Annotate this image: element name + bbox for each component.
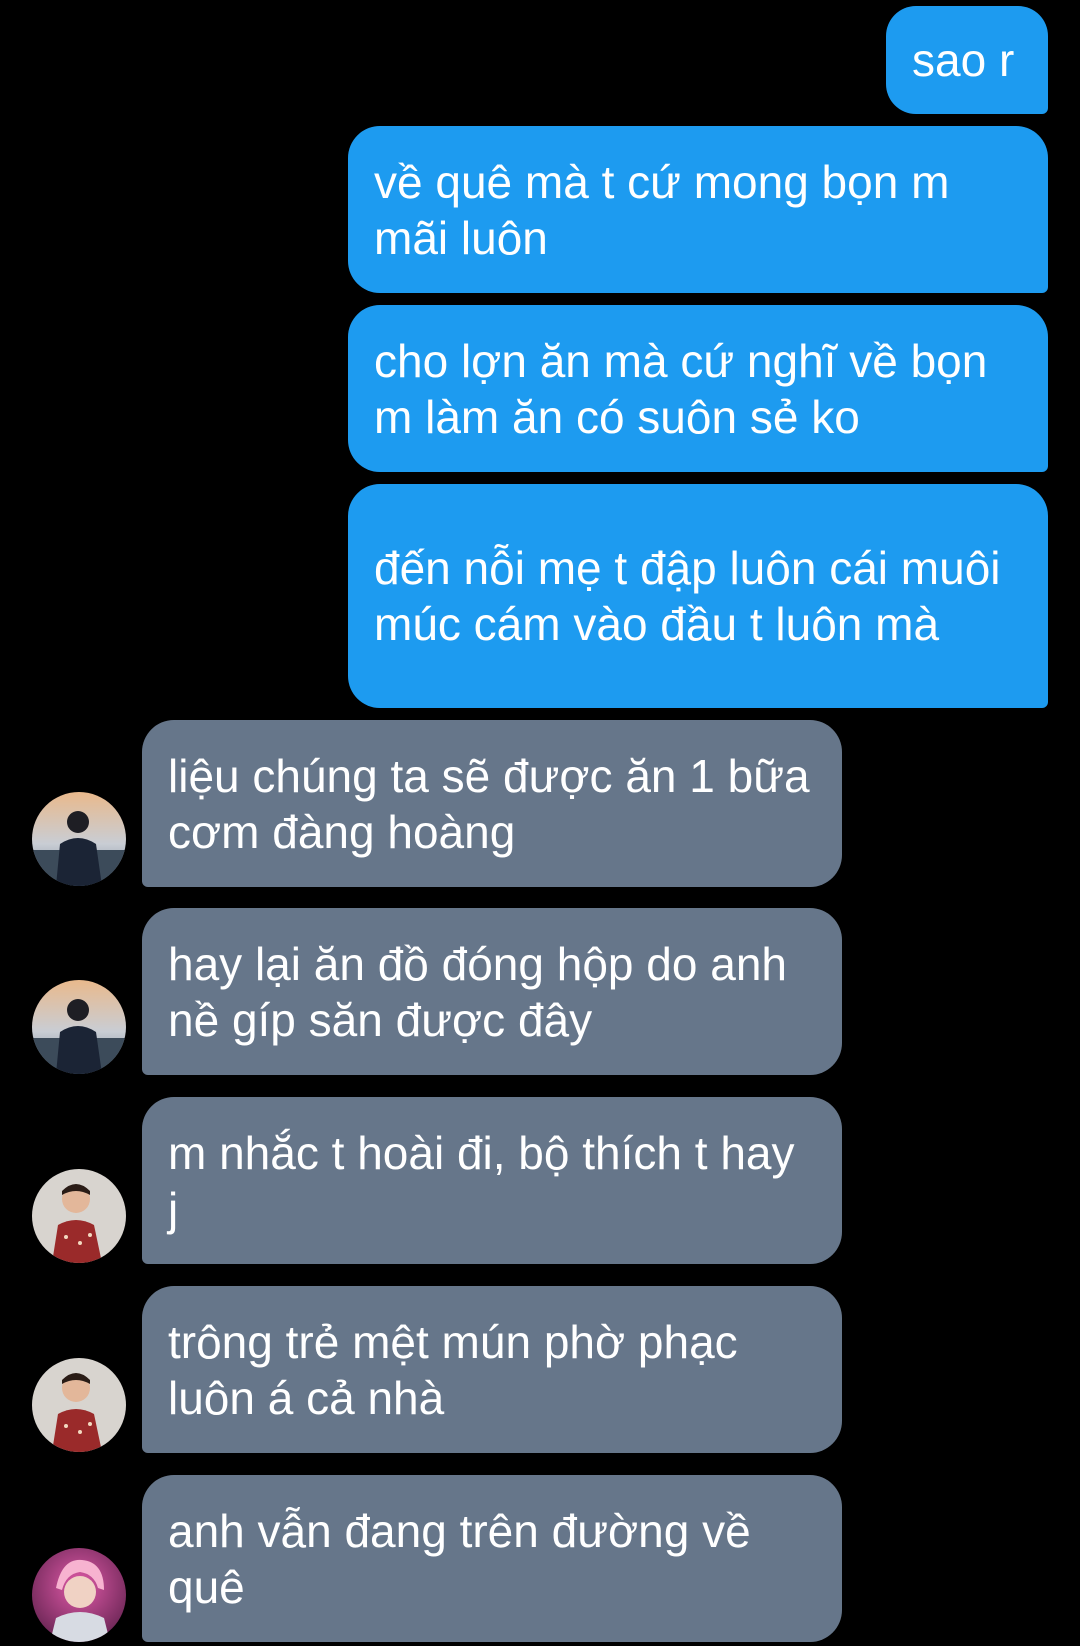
red-dress-avatar[interactable]: [32, 1358, 126, 1452]
sunset-person-avatar-image: [32, 980, 126, 1074]
incoming-message[interactable]: hay lại ăn đồ đóng hộp do anh nề gíp săn…: [142, 908, 842, 1075]
outgoing-message[interactable]: sao r: [886, 6, 1048, 114]
red-dress-avatar-image: [32, 1358, 126, 1452]
pink-hair-avatar[interactable]: [32, 1548, 126, 1642]
message-text: anh vẫn đang trên đường về quê: [168, 1504, 751, 1613]
message-text: trông trẻ mệt mún phờ phạc luôn á cả nhà: [168, 1315, 738, 1424]
message-text: hay lại ăn đồ đóng hộp do anh nề gíp săn…: [168, 937, 787, 1046]
red-dress-avatar-image: [32, 1169, 126, 1263]
outgoing-message[interactable]: đến nỗi mẹ t đập luôn cái muôi múc cám v…: [348, 484, 1048, 708]
message-text: cho lợn ăn mà cứ nghĩ về bọn m làm ăn có…: [374, 334, 988, 443]
sunset-person-avatar[interactable]: [32, 980, 126, 1074]
message-text: liệu chúng ta sẽ được ăn 1 bữa cơm đàng …: [168, 749, 810, 858]
outgoing-message[interactable]: về quê mà t cứ mong bọn m mãi luôn: [348, 126, 1048, 293]
incoming-message[interactable]: anh vẫn đang trên đường về quê: [142, 1475, 842, 1642]
incoming-message[interactable]: m nhắc t hoài đi, bộ thích t hay j: [142, 1097, 842, 1264]
sunset-person-avatar[interactable]: [32, 792, 126, 886]
message-text: m nhắc t hoài đi, bộ thích t hay j: [168, 1126, 795, 1235]
message-text: đến nỗi mẹ t đập luôn cái muôi múc cám v…: [374, 542, 1001, 650]
incoming-message[interactable]: trông trẻ mệt mún phờ phạc luôn á cả nhà: [142, 1286, 842, 1453]
incoming-message[interactable]: liệu chúng ta sẽ được ăn 1 bữa cơm đàng …: [142, 720, 842, 887]
sunset-person-avatar-image: [32, 792, 126, 886]
red-dress-avatar[interactable]: [32, 1169, 126, 1263]
pink-hair-avatar-image: [32, 1548, 126, 1642]
message-text: sao r: [912, 34, 1015, 86]
outgoing-message[interactable]: cho lợn ăn mà cứ nghĩ về bọn m làm ăn có…: [348, 305, 1048, 472]
message-text: về quê mà t cứ mong bọn m mãi luôn: [374, 155, 950, 264]
